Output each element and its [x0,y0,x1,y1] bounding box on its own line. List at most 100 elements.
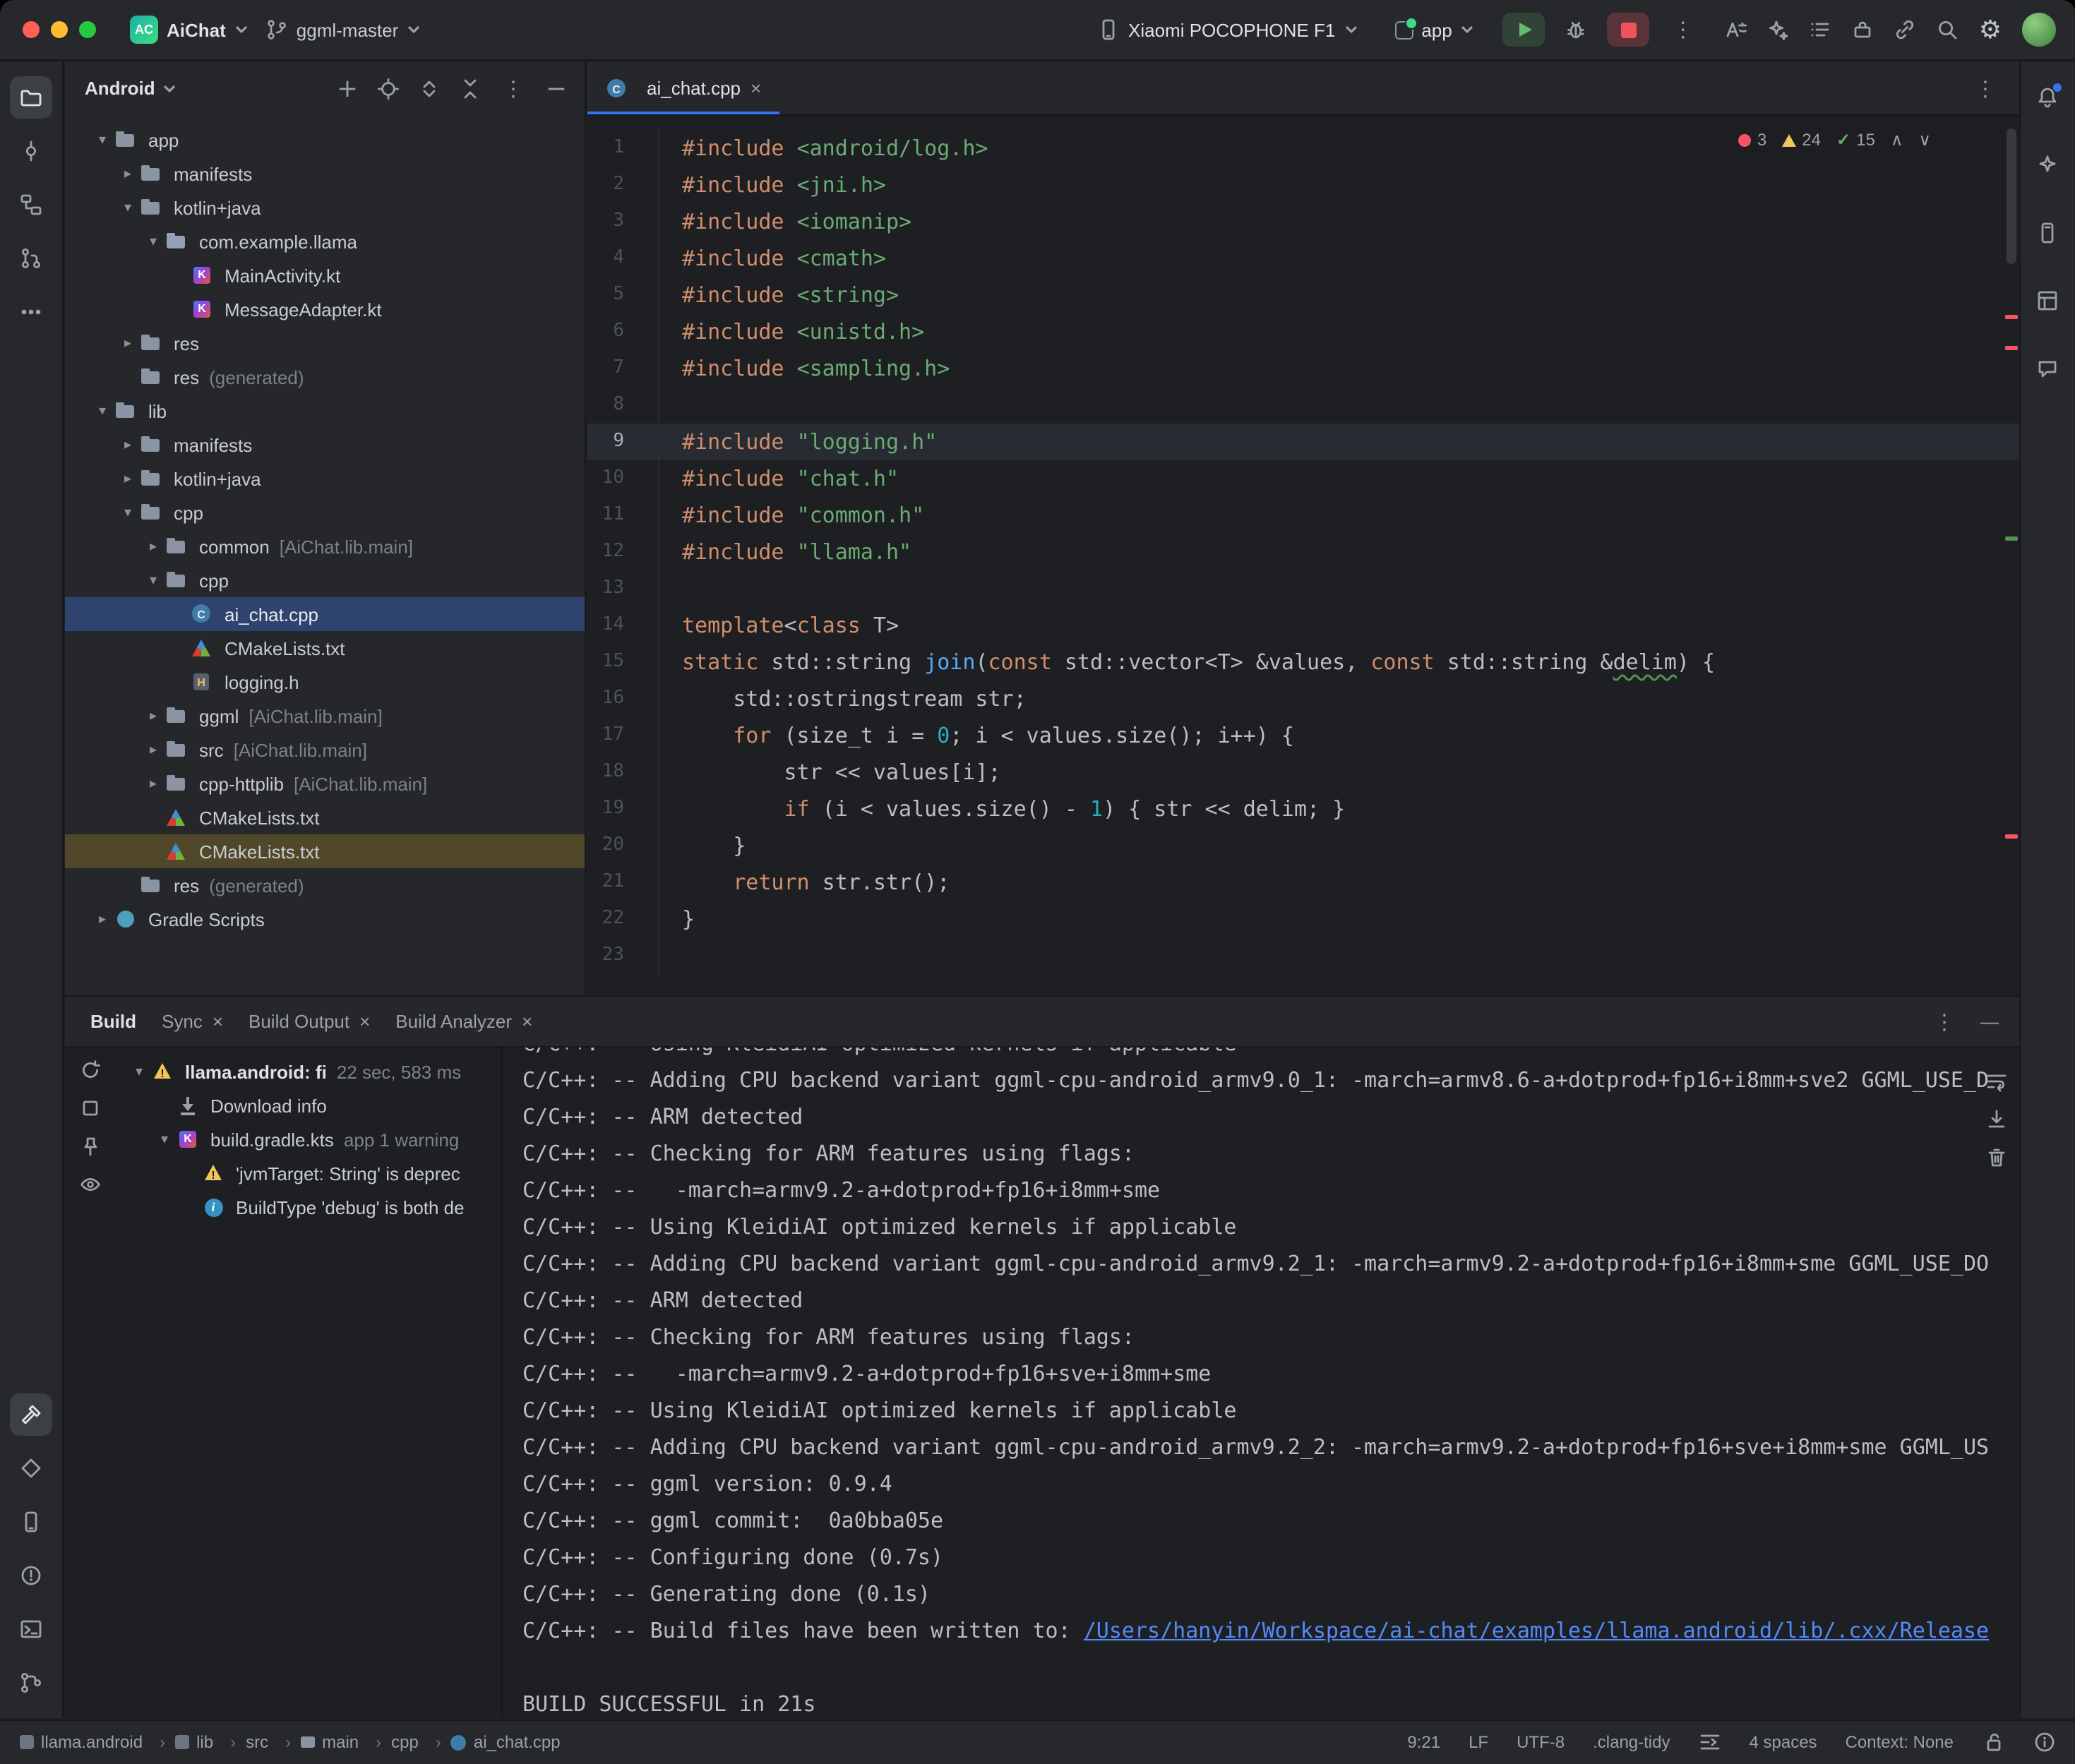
status-item[interactable]: UTF-8 [1517,1732,1565,1752]
close-tab-icon[interactable] [359,1011,370,1032]
status-item[interactable]: LF [1469,1732,1488,1752]
code-line[interactable]: 19 if (i < values.size() - 1) { str << d… [587,791,2019,827]
code-line[interactable]: 7 #include <sampling.h> [587,350,2019,387]
pin-icon[interactable] [79,1135,102,1158]
run-configuration-selector[interactable]: app [1386,13,1483,46]
device-selector[interactable]: Xiaomi POCOPHONE F1 [1089,13,1366,47]
tree-twisty-icon[interactable] [141,776,165,791]
scrollbar-ok-mark[interactable] [2004,536,2017,541]
breadcrumb-item[interactable]: cpp [391,1732,451,1752]
soft-wrap-icon[interactable] [1985,1070,2007,1093]
project-tool-button[interactable] [10,76,52,119]
expand-all-icon[interactable] [418,77,441,100]
tree-row[interactable]: CMakeLists.txt [65,800,585,834]
build-window-title[interactable]: Build [90,1011,136,1032]
scrollbar-error-mark[interactable] [2004,346,2017,350]
inspections-widget[interactable]: 3 24 15 [1730,127,1939,152]
tree-row[interactable]: MessageAdapter.kt [65,292,585,326]
code-line[interactable]: 12 #include "llama.h" [587,534,2019,570]
build-tab[interactable]: Build Analyzer [395,1011,532,1032]
layout-inspector-tool-button[interactable] [2026,280,2069,322]
code-line[interactable]: 18 str << values[i]; [587,754,2019,791]
code-line[interactable]: 17 for (size_t i = 0; i < values.size();… [587,717,2019,754]
structure-tool-button[interactable] [10,184,52,226]
tree-twisty-icon[interactable] [90,911,114,927]
close-tab-icon[interactable] [751,78,761,99]
code-line[interactable]: 5 #include <string> [587,277,2019,313]
breadcrumb-item[interactable]: src [246,1732,301,1752]
tree-row[interactable]: kotlin+java [65,462,585,496]
tree-row[interactable]: logging.h [65,665,585,699]
close-tab-icon[interactable] [522,1011,532,1032]
tree-row[interactable]: com.example.llama [65,224,585,258]
tree-twisty-icon[interactable] [116,335,140,351]
tree-row[interactable]: CMakeLists.txt [65,631,585,665]
code-line[interactable]: 16 std::ostringstream str; [587,680,2019,717]
hide-panel-icon[interactable] [545,77,568,100]
terminal-tool-button[interactable] [10,1607,52,1650]
build-tree-row[interactable]: BuildType 'debug' is both de [116,1190,501,1224]
tree-row[interactable]: res (generated) [65,868,585,902]
run-button[interactable] [1503,13,1545,47]
restart-build-icon[interactable] [79,1059,102,1081]
stop-button[interactable] [1608,13,1650,47]
link-icon[interactable] [1894,18,1917,41]
next-problem-icon[interactable] [1918,130,1931,150]
code-line[interactable]: 8 [587,387,2019,424]
status-item[interactable]: Context: None [1846,1732,1954,1752]
editor-scrollbar[interactable] [2006,128,2016,264]
project-options-icon[interactable] [500,76,527,101]
code-line[interactable]: 6 #include <unistd.h> [587,313,2019,350]
pull-requests-tool-button[interactable] [10,237,52,280]
previous-problem-icon[interactable] [1891,130,1903,150]
errors-count[interactable]: 3 [1739,130,1766,150]
vcs-branch-widget[interactable]: ggml-master [257,13,430,47]
more-actions-icon[interactable] [1670,17,1697,42]
build-tree-row[interactable]: build.gradle.kts app 1 warning [116,1122,501,1156]
code-line[interactable]: 9 #include "logging.h" [587,424,2019,460]
tree-twisty-icon[interactable] [116,471,140,486]
build-console[interactable]: C/C++: -- Using KleidiAI optimized kerne… [501,1048,2019,1716]
tree-twisty-icon[interactable] [153,1132,177,1147]
tree-row[interactable]: MainActivity.kt [65,258,585,292]
ai-assistant-icon[interactable] [1767,18,1790,41]
search-icon[interactable] [1937,18,1959,41]
stop-build-icon[interactable] [79,1097,102,1120]
tree-twisty-icon[interactable] [141,742,165,757]
code-line[interactable]: 22 } [587,901,2019,937]
problems-tool-button[interactable] [10,1554,52,1596]
commit-tool-button[interactable] [10,130,52,172]
tree-row[interactable]: cpp [65,563,585,597]
tree-row[interactable]: cpp [65,496,585,529]
tree-row[interactable]: CMakeLists.txt [65,834,585,868]
version-control-tool-button[interactable] [10,1661,52,1703]
filter-eye-icon[interactable] [79,1173,102,1196]
build-tab[interactable]: Build Output [249,1011,370,1032]
code-line[interactable]: 13 [587,570,2019,607]
build-tab[interactable]: Sync [162,1011,223,1032]
code-line[interactable]: 15 static std::string join(const std::ve… [587,644,2019,680]
tree-row[interactable]: ai_chat.cpp [65,597,585,631]
code-line[interactable]: 20 } [587,827,2019,864]
status-item[interactable]: 9:21 [1407,1732,1440,1752]
indent-guide-icon[interactable] [1699,1731,1721,1753]
code-line[interactable]: 3 #include <iomanip> [587,203,2019,240]
app-insights-tool-button[interactable] [2026,347,2069,390]
status-item[interactable]: .clang-tidy [1593,1732,1670,1752]
breadcrumb-item[interactable]: lib [175,1732,246,1752]
device-explorer-tool-button[interactable] [10,1500,52,1542]
tree-twisty-icon[interactable] [141,539,165,554]
collapse-all-icon[interactable] [459,77,482,100]
code-line[interactable]: 4 #include <cmath> [587,240,2019,277]
plugin-icon[interactable] [1852,18,1874,41]
tree-twisty-icon[interactable] [116,200,140,215]
build-tree-row[interactable]: Download info [116,1088,501,1122]
tree-twisty-icon[interactable] [90,403,114,419]
tree-row[interactable]: res [65,326,585,360]
breadcrumb-item[interactable]: ai_chat.cpp [451,1732,561,1752]
build-tool-button[interactable] [10,1393,52,1435]
task-list-icon[interactable] [1810,18,1832,41]
tree-twisty-icon[interactable] [90,132,114,148]
locate-file-icon[interactable] [377,77,400,100]
tree-row[interactable]: common [AiChat.lib.main] [65,529,585,563]
